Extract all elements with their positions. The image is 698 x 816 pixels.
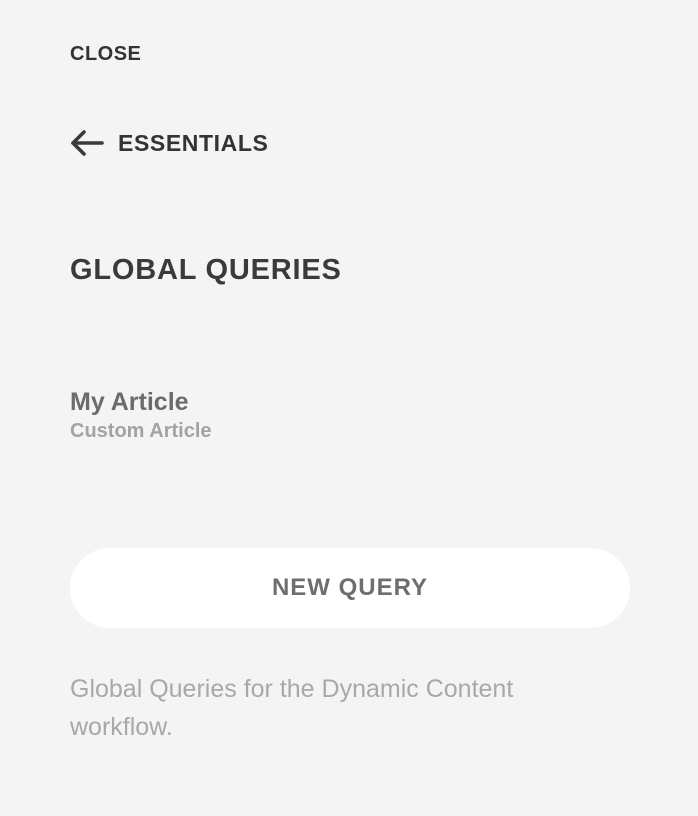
page-title: GLOBAL QUERIES — [70, 254, 342, 286]
close-button[interactable]: CLOSE — [70, 42, 141, 66]
back-to-essentials-link[interactable]: ESSENTIALS — [70, 128, 268, 158]
panel-description: Global Queries for the Dynamic Content w… — [70, 675, 514, 741]
arrow-left-icon — [70, 128, 104, 158]
query-type: Custom Article — [70, 420, 212, 442]
query-name: My Article — [70, 388, 189, 416]
query-list-item[interactable]: My Article Custom Article — [70, 386, 212, 444]
back-label: ESSENTIALS — [118, 130, 269, 156]
new-query-button[interactable]: NEW QUERY — [70, 548, 630, 628]
